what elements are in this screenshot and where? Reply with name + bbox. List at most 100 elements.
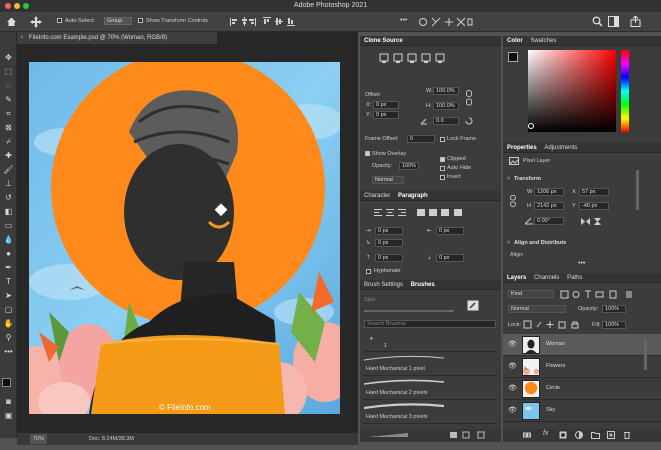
dodge-tool-icon[interactable]: ●	[3, 248, 14, 259]
edit-toolbar-icon[interactable]: •••	[3, 346, 14, 357]
clone-x-input[interactable]: 0 px	[373, 101, 399, 109]
space-before-input[interactable]: 0 px	[375, 254, 403, 262]
layer-row-circle[interactable]: 👁 Circle	[503, 378, 661, 400]
home-icon[interactable]	[6, 16, 17, 27]
link-layers-icon[interactable]	[523, 431, 531, 439]
brush-item[interactable]: Hard Mechanical 3 pixels	[362, 400, 497, 424]
tab-paragraph[interactable]: Paragraph	[398, 193, 428, 199]
new-layer-icon[interactable]	[607, 431, 615, 439]
lasso-tool-icon[interactable]: ◌	[3, 80, 14, 91]
tab-swatches[interactable]: Swatches	[530, 38, 556, 44]
foreground-color-swatch[interactable]	[2, 378, 11, 387]
zoom-tool-icon[interactable]: ⚲	[3, 332, 14, 343]
screen-mode-icon[interactable]: ▣	[3, 410, 14, 421]
clone-angle-input[interactable]: 0.0	[433, 117, 459, 125]
layers-scrollbar[interactable]	[644, 340, 647, 370]
color-foreground-swatch[interactable]	[508, 52, 518, 62]
clone-h-input[interactable]: 100.0%	[433, 102, 459, 110]
move-tool-icon[interactable]: ✥	[3, 52, 14, 63]
hue-slider[interactable]	[621, 50, 629, 132]
tab-properties[interactable]: Properties	[507, 145, 537, 151]
eraser-tool-icon[interactable]: ◧	[3, 206, 14, 217]
properties-more-icon[interactable]: •••	[578, 260, 585, 267]
close-tab-icon[interactable]: ×	[20, 32, 24, 44]
search-icon[interactable]	[592, 16, 603, 27]
close-window-icon[interactable]	[5, 3, 11, 9]
prop-y-input[interactable]: -40 px	[579, 202, 609, 210]
space-after-input[interactable]: 0 px	[436, 254, 464, 262]
eyedropper-tool-icon[interactable]: ⌿	[3, 136, 14, 147]
zoom-window-icon[interactable]	[23, 3, 29, 9]
visibility-eye-icon[interactable]: 👁	[508, 384, 517, 392]
prop-x-input[interactable]: 57 px	[579, 188, 609, 196]
layer-filter-kind-dropdown[interactable]: Kind	[508, 290, 554, 298]
constrain-proportions-icon[interactable]	[510, 195, 516, 207]
new-group-icon[interactable]	[591, 431, 600, 439]
move-tool-icon[interactable]	[30, 16, 42, 28]
workspace-icon[interactable]	[608, 16, 619, 27]
share-icon[interactable]	[630, 16, 641, 27]
brush-item[interactable]: Hard Mechanical 2 pixels	[362, 376, 497, 400]
minimize-window-icon[interactable]	[14, 3, 20, 9]
type-tool-icon[interactable]: T	[3, 276, 14, 287]
indent-left-input[interactable]: 0 px	[375, 227, 403, 235]
visibility-eye-icon[interactable]: 👁	[508, 406, 517, 414]
overlay-opacity-input[interactable]: 100%	[399, 162, 419, 170]
reset-transform-icon[interactable]	[465, 117, 473, 125]
transform-chevron-icon[interactable]: ˅	[507, 176, 510, 182]
lock-frame-checkbox[interactable]	[440, 137, 445, 142]
show-overlay-checkbox[interactable]	[365, 151, 370, 156]
clone-source-slots[interactable]	[378, 52, 488, 64]
more-options-icon[interactable]: •••	[400, 17, 407, 24]
layer-row-flowers[interactable]: 👁 Flowers	[503, 356, 661, 378]
clone-w-input[interactable]: 100.0%	[433, 87, 459, 95]
tab-brush-settings[interactable]: Brush Settings	[364, 282, 403, 288]
lock-icons[interactable]	[523, 320, 581, 329]
path-selection-tool-icon[interactable]: ➤	[3, 290, 14, 301]
align-buttons[interactable]	[228, 16, 378, 27]
gradient-tool-icon[interactable]: ▭	[3, 220, 14, 231]
tab-brushes[interactable]: Brushes	[411, 282, 435, 288]
clipped-checkbox[interactable]	[440, 157, 445, 162]
document-tab[interactable]: × FileInfo.com Example.psd @ 70% (Woman,…	[17, 32, 217, 44]
add-mask-icon[interactable]	[559, 431, 567, 439]
overlay-mode-dropdown[interactable]: Normal	[372, 176, 404, 184]
rectangle-tool-icon[interactable]: ▢	[3, 304, 14, 315]
visibility-eye-icon[interactable]: 👁	[508, 362, 517, 370]
paragraph-align-buttons[interactable]	[372, 207, 482, 219]
blend-mode-dropdown[interactable]: Normal	[508, 305, 566, 313]
prop-angle-input[interactable]: 0.00°	[534, 217, 564, 225]
3d-mode-icons[interactable]	[418, 16, 473, 28]
layer-style-fx-icon[interactable]: fx	[543, 430, 548, 437]
tab-character[interactable]: Character	[364, 193, 390, 199]
frame-tool-icon[interactable]: ⊠	[3, 122, 14, 133]
clone-stamp-tool-icon[interactable]: ⊥	[3, 178, 14, 189]
tab-adjustments[interactable]: Adjustments	[544, 145, 577, 151]
fill-input[interactable]: 100%	[602, 321, 626, 329]
quick-select-tool-icon[interactable]: ✎	[3, 94, 14, 105]
auto-hide-checkbox[interactable]	[440, 166, 445, 171]
brush-tool-icon[interactable]: 🖌	[3, 164, 14, 175]
link-icon[interactable]	[466, 90, 472, 106]
tab-layers[interactable]: Layers	[507, 275, 526, 281]
document-canvas[interactable]: © FileInfo.com	[29, 62, 340, 414]
flip-icons[interactable]	[580, 217, 604, 226]
hyphenate-checkbox[interactable]	[366, 269, 371, 274]
prop-h-input[interactable]: 2142 px	[534, 202, 564, 210]
brush-preset-row[interactable]: • 1	[364, 332, 496, 352]
indent-right-input[interactable]: 0 px	[436, 227, 464, 235]
adjustment-layer-icon[interactable]	[575, 431, 583, 439]
delete-layer-icon[interactable]	[623, 431, 631, 439]
tab-paths[interactable]: Paths	[567, 275, 582, 281]
clone-source-title[interactable]: Clone Source	[364, 38, 403, 44]
healing-brush-tool-icon[interactable]: ✚	[3, 150, 14, 161]
color-field-picker[interactable]	[528, 50, 616, 132]
brush-settings-icon[interactable]	[467, 300, 479, 311]
hand-tool-icon[interactable]: ✋	[3, 318, 14, 329]
first-line-indent-input[interactable]: 0 px	[375, 239, 403, 247]
blur-tool-icon[interactable]: 💧	[3, 234, 14, 245]
align-section-label[interactable]: Align and Distribute	[514, 240, 566, 246]
marquee-tool-icon[interactable]: ⬚	[3, 66, 14, 77]
tab-color[interactable]: Color	[507, 38, 523, 44]
invert-checkbox[interactable]	[440, 175, 445, 180]
